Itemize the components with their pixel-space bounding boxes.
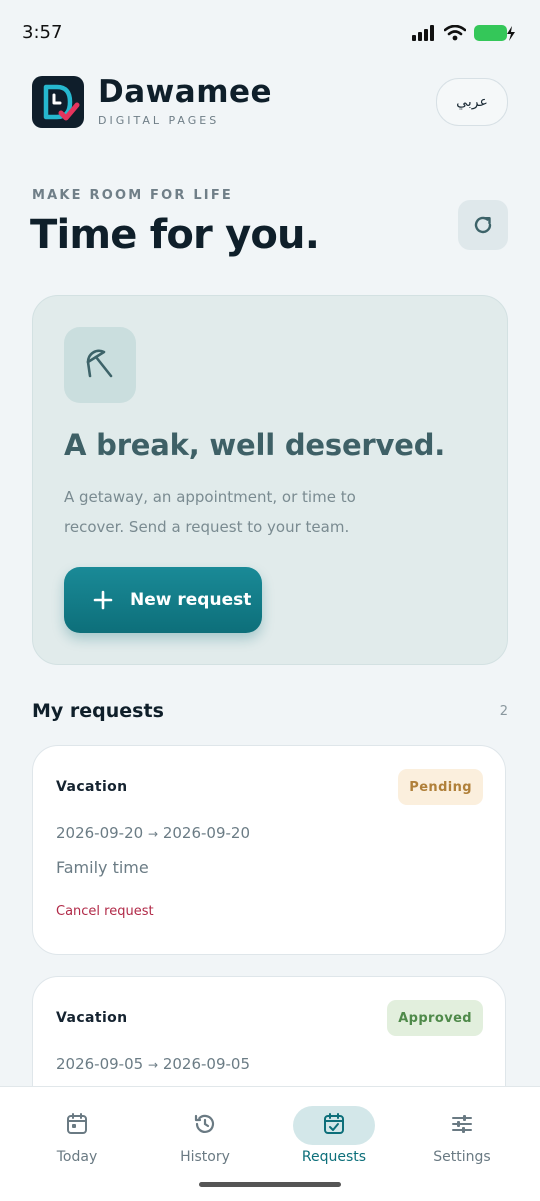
request-type: Vacation [56, 779, 128, 795]
date-arrow: → [147, 827, 159, 841]
status-time: 3:57 [22, 22, 63, 43]
request-type: Vacation [56, 1010, 128, 1026]
tab-requests-label: Requests [301, 1149, 367, 1165]
refresh-icon [474, 216, 492, 234]
break-card-description: A getaway, an appointment, or time to re… [64, 488, 356, 536]
page-title: Time for you. [30, 212, 320, 258]
refresh-button[interactable] [458, 200, 508, 250]
tab-settings[interactable]: Settings [402, 1087, 522, 1177]
hero-icon-container [64, 327, 136, 403]
status-badge: Pending [398, 769, 483, 805]
tab-requests[interactable]: Requests [274, 1087, 394, 1177]
requests-count: 2 [499, 704, 508, 719]
date-arrow: → [147, 1058, 159, 1072]
request-end-date: 2026-09-20 [162, 824, 250, 842]
tab-history[interactable]: History [145, 1087, 265, 1177]
home-indicator [199, 1182, 341, 1187]
tab-history-label: History [180, 1149, 230, 1165]
calendar-check-icon [324, 1113, 344, 1134]
history-icon [194, 1114, 215, 1133]
request-start-date: 2026-09-05 [56, 1055, 144, 1073]
plus-icon [93, 590, 113, 610]
battery-charging-icon [474, 25, 515, 41]
bottom-tab-bar: Today History Requests Settings [0, 1086, 540, 1201]
signal-icon [412, 25, 434, 41]
sliders-icon [452, 1115, 472, 1133]
app-logo-icon [32, 76, 84, 128]
new-request-button[interactable]: New request [64, 567, 262, 633]
tab-today[interactable]: Today [17, 1087, 137, 1177]
status-badge: Approved [387, 1000, 483, 1036]
wifi-icon [444, 25, 466, 41]
brand-subtitle: DIGITAL PAGES [98, 114, 220, 127]
request-card[interactable]: Vacation Pending 2026-09-20 → 2026-09-20… [32, 745, 506, 955]
status-icons [412, 24, 516, 42]
break-request-card: A break, well deserved. A getaway, an ap… [32, 295, 508, 665]
request-dates: 2026-09-05 → 2026-09-05 [56, 1055, 250, 1073]
status-bar: 3:57 [0, 0, 540, 70]
calendar-icon [67, 1113, 87, 1134]
break-card-title: A break, well deserved. [64, 428, 446, 462]
eyebrow-text: MAKE ROOM FOR LIFE [32, 188, 234, 203]
umbrella-icon [86, 349, 113, 378]
tab-today-label: Today [56, 1149, 98, 1165]
language-toggle-button[interactable]: عربي [436, 78, 508, 126]
cancel-request-link[interactable]: Cancel request [56, 904, 154, 919]
request-dates: 2026-09-20 → 2026-09-20 [56, 824, 250, 842]
request-note: Family time [56, 858, 149, 877]
request-start-date: 2026-09-20 [56, 824, 144, 842]
brand-name: Dawamee [98, 74, 273, 110]
request-end-date: 2026-09-05 [162, 1055, 250, 1073]
tab-settings-label: Settings [433, 1149, 491, 1165]
new-request-label: New request [130, 590, 252, 610]
my-requests-heading: My requests [32, 700, 164, 722]
app-header: Dawamee DIGITAL PAGES عربي [32, 74, 508, 130]
